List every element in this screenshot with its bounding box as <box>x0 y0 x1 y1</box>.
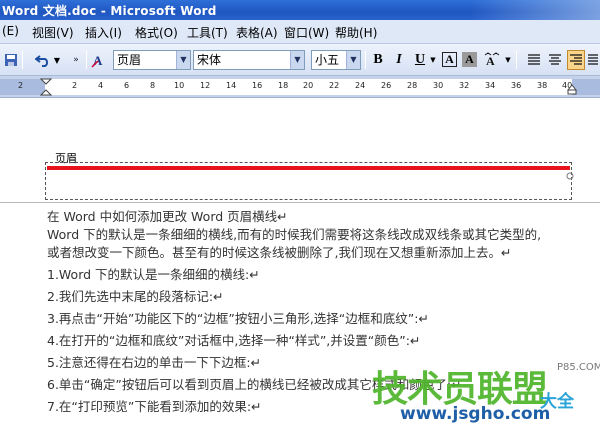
ruler-number: 16 <box>252 81 263 90</box>
style-value: 页眉 <box>117 53 142 67</box>
toolbar-separator <box>22 51 23 69</box>
ruler-number: 4 <box>98 81 104 90</box>
ruler-number: 28 <box>407 81 418 90</box>
ruler-number: 38 <box>537 81 548 90</box>
ruler-number: 20 <box>303 81 314 90</box>
menu-edit[interactable]: (E) <box>2 24 19 38</box>
toolbar-separator <box>516 51 517 69</box>
doc-line: 3.再点击“开始”功能区下的“边框”按钮小三角形,选择“边框和底纹”:↵ <box>47 311 429 326</box>
ruler-number: 22 <box>329 81 340 90</box>
ruler-number: 2 <box>72 81 78 90</box>
distribute-icon[interactable] <box>586 50 600 70</box>
svg-text:A: A <box>486 54 495 68</box>
chevron-down-icon[interactable]: ▼ <box>290 51 304 69</box>
ruler-number: 12 <box>200 81 211 90</box>
char-border-button[interactable]: A <box>442 52 457 67</box>
ruler-number: 14 <box>226 81 237 90</box>
ruler-number: 10 <box>174 81 185 90</box>
menu-tools[interactable]: 工具(T) <box>187 24 228 41</box>
align-right-icon[interactable] <box>567 50 585 70</box>
doc-line: 2.我们先选中末尾的段落标记:↵ <box>47 289 224 304</box>
italic-button[interactable]: I <box>390 50 408 70</box>
menu-insert[interactable]: 插入(I) <box>85 24 122 41</box>
indent-marker-icon[interactable] <box>40 78 52 98</box>
doc-line: 5.注意还得在右边的单击一下下边框:↵ <box>47 355 262 370</box>
header-rule-line <box>47 166 570 170</box>
right-indent-marker-icon[interactable] <box>567 84 577 96</box>
ruler-number: 26 <box>381 81 392 90</box>
underline-button[interactable]: U <box>411 50 429 70</box>
menu-view[interactable]: 视图(V) <box>32 24 74 41</box>
align-justify-icon[interactable] <box>525 50 543 70</box>
doc-line: 4.在打开的“边框和底纹”对话框中,选择一种“样式”,并设置“颜色”:↵ <box>47 333 421 348</box>
char-scale-icon[interactable]: A <box>482 50 502 70</box>
title-bar-decoration <box>470 0 600 20</box>
title-bar: Word 文档.doc - Microsoft Word <box>0 0 600 20</box>
toolbar-overflow-icon[interactable]: » <box>70 50 82 70</box>
font-size-value: 小五 <box>315 53 340 67</box>
doc-line: 7.在“打印预览”下能看到添加的效果:↵ <box>47 399 262 414</box>
char-scale-dropdown-icon[interactable]: ▼ <box>504 50 512 70</box>
header-paragraph-mark-icon <box>566 172 574 180</box>
toolbar-separator <box>86 51 87 69</box>
svg-text:A: A <box>93 53 103 68</box>
ruler-number: 18 <box>278 81 289 90</box>
undo-dropdown-icon[interactable]: ▼ <box>52 50 62 70</box>
menu-bar: (E) 视图(V) 插入(I) 格式(O) 工具(T) 表格(A) 窗口(W) … <box>0 20 600 44</box>
ruler-number: 2 <box>18 81 24 90</box>
formatting-toolbar: ▼ » A 页眉 ▼ 宋体 ▼ 小五 ▼ B I U ▼ A A A ▼ <box>0 44 600 76</box>
window-title: Word 文档.doc - Microsoft Word <box>2 4 217 18</box>
doc-line: 在 Word 中如何添加更改 Word 页眉横线↵ <box>47 209 288 224</box>
ruler-number: 6 <box>124 81 130 90</box>
chevron-down-icon[interactable]: ▼ <box>176 51 190 69</box>
ruler-track <box>0 79 600 95</box>
bold-button[interactable]: B <box>369 50 387 70</box>
menu-help[interactable]: 帮助(H) <box>335 24 377 41</box>
doc-line: 或者想改变一下颜色。甚至有的时候这条线被删除了,我们现在又想重新添加上去。↵ <box>47 245 512 260</box>
toolbar-separator <box>365 51 366 69</box>
doc-line: Word 下的默认是一条细细的横线,而有的时候我们需要将这条线改成双线条或其它类… <box>47 227 542 242</box>
doc-line: 1.Word 下的默认是一条细细的横线:↵ <box>47 267 260 282</box>
ruler-number: 34 <box>485 81 496 90</box>
ruler-number: 8 <box>150 81 156 90</box>
styles-icon[interactable]: A <box>90 50 110 70</box>
underline-dropdown-icon[interactable]: ▼ <box>429 50 437 70</box>
style-combo[interactable]: 页眉 ▼ <box>113 50 191 70</box>
align-center-icon[interactable] <box>546 50 564 70</box>
watermark-url: www.jsgho.com <box>400 404 551 424</box>
font-value: 宋体 <box>197 53 222 67</box>
menu-format[interactable]: 格式(O) <box>135 24 178 41</box>
undo-icon[interactable] <box>34 50 52 70</box>
char-shading-button[interactable]: A <box>462 52 477 67</box>
ruler-number: 36 <box>511 81 522 90</box>
save-icon[interactable] <box>2 50 20 70</box>
page-boundary <box>0 202 600 203</box>
font-size-combo[interactable]: 小五 ▼ <box>311 50 361 70</box>
menu-table[interactable]: 表格(A) <box>236 24 278 41</box>
horizontal-ruler[interactable]: 2 2 4 6 8 10 12 14 16 18 20 22 24 26 28 … <box>0 76 600 98</box>
ruler-number: 30 <box>433 81 444 90</box>
font-combo[interactable]: 宋体 ▼ <box>193 50 305 70</box>
menu-window[interactable]: 窗口(W) <box>284 24 329 41</box>
ruler-number: 24 <box>355 81 366 90</box>
chevron-down-icon[interactable]: ▼ <box>346 51 360 69</box>
ruler-number: 32 <box>459 81 470 90</box>
watermark-tag: P85.COM <box>557 362 600 373</box>
